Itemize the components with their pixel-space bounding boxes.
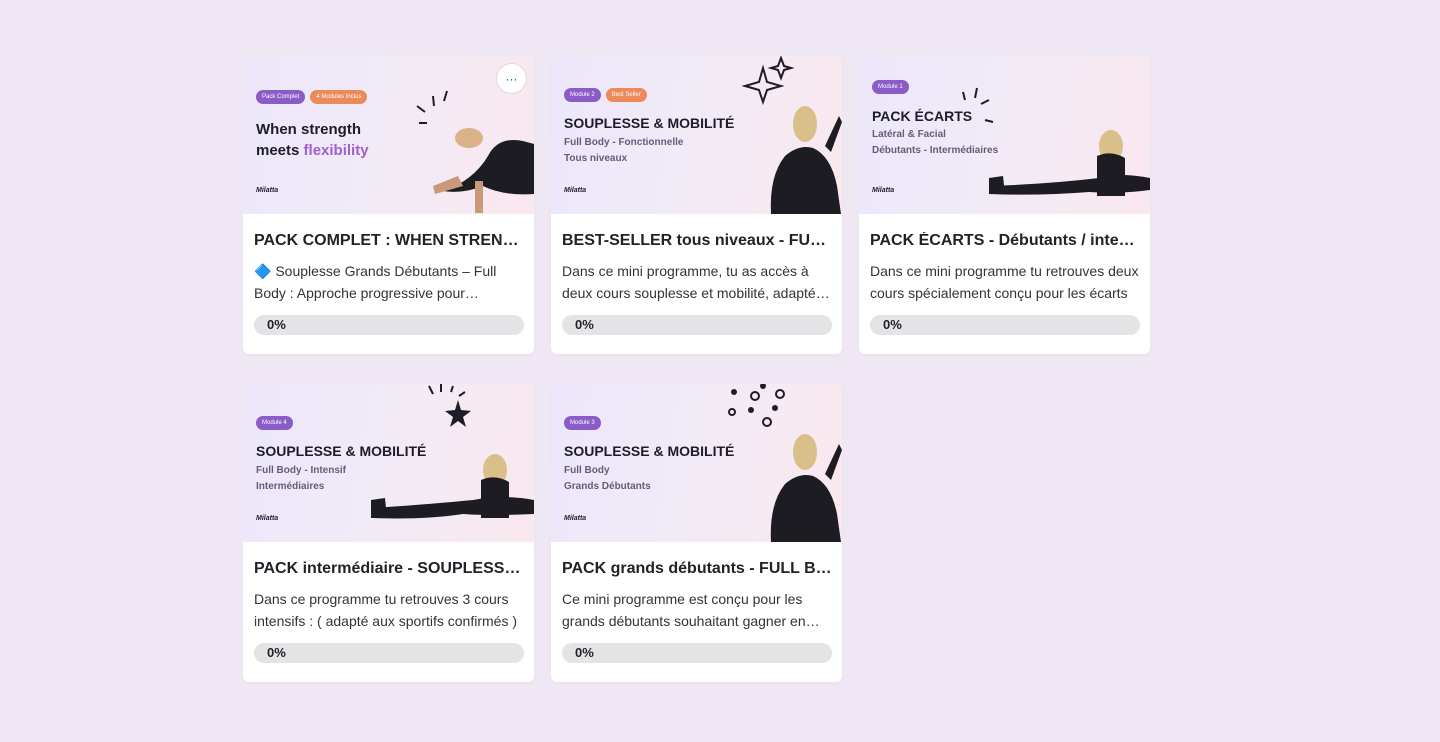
course-title[interactable]: PACK grands débutants - FULL BODY	[562, 560, 832, 578]
badge-module: Module 1	[872, 80, 909, 94]
thumbnail-badges: Pack Complet 4 Modules Inclus	[256, 90, 368, 104]
thumbnail-subtitle-line2: Intermédiaires	[256, 481, 325, 492]
brand-logo: Milatta	[872, 187, 895, 194]
badge-module: Module 3	[564, 416, 601, 430]
course-thumbnail[interactable]: Pack Complet 4 Modules Inclus When stren…	[243, 56, 534, 214]
brand-logo: Milatta	[564, 187, 587, 194]
badge-best-seller: Best Seller	[605, 88, 647, 102]
badge-pack-complet: Pack Complet	[256, 90, 306, 104]
course-thumbnail[interactable]: Module 3 SOUPLESSE & MOBILITÉ Full Body …	[551, 384, 842, 542]
progress-bar: 0%	[870, 315, 1140, 335]
brand-logo: Milatta	[564, 515, 587, 522]
thumbnail-subtitle-line1: Full Body - Intensif	[256, 465, 346, 476]
thumbnail-heading-line1: When strength	[256, 121, 361, 138]
progress-label: 0%	[883, 317, 902, 332]
more-options-button[interactable]: ···	[496, 63, 527, 94]
athlete-photo	[728, 384, 842, 542]
progress-bar: 0%	[562, 315, 832, 335]
thumbnail-badges: Module 3	[564, 416, 601, 430]
progress-bar: 0%	[562, 643, 832, 663]
thumbnail-badges: Module 1	[872, 80, 909, 94]
course-thumbnail[interactable]: Module 4 SOUPLESSE & MOBILITÉ Full Body …	[243, 384, 534, 542]
thumbnail-heading: SOUPLESSE & MOBILITÉ	[564, 443, 735, 459]
progress-bar: 0%	[254, 315, 524, 335]
thumbnail-subtitle-line2: Tous niveaux	[564, 153, 628, 164]
course-card-best-seller[interactable]: Module 2 Best Seller SOUPLESSE & MOBILIT…	[551, 56, 842, 354]
progress-label: 0%	[575, 317, 594, 332]
thumbnail-subtitle: Full Body - Fonctionnelle Tous niveaux	[564, 135, 683, 167]
thumbnail-subtitle: Full Body - Intensif Intermédiaires	[256, 463, 346, 495]
badge-module: Module 2	[564, 88, 601, 102]
thumbnail-subtitle-line1: Full Body - Fonctionnelle	[564, 137, 684, 148]
thumbnail-heading: SOUPLESSE & MOBILITÉ	[564, 115, 735, 131]
thumbnail-heading: When strength meets flexibility	[256, 119, 369, 161]
course-description: Dans ce mini programme tu retrouves deux…	[870, 263, 1139, 301]
course-title[interactable]: PACK ÉCARTS - Débutants / intermédiaires	[870, 232, 1140, 250]
thumbnail-badges: Module 4	[256, 416, 293, 430]
badge-modules-inclus: 4 Modules Inclus	[310, 90, 368, 104]
badge-module: Module 4	[256, 416, 293, 430]
athlete-photo	[416, 90, 534, 213]
progress-label: 0%	[267, 317, 286, 332]
course-thumbnail[interactable]: Module 1 PACK ÉCARTS Latéral & Facial Dé…	[859, 56, 1150, 214]
course-title[interactable]: PACK COMPLET : WHEN STRENGTH MEETS FLEXI…	[254, 232, 524, 250]
progress-label: 0%	[575, 645, 594, 660]
athlete-photo	[371, 384, 534, 519]
brand-logo: Milatta	[256, 515, 279, 522]
progress-label: 0%	[267, 645, 286, 660]
course-title[interactable]: BEST-SELLER tous niveaux - FULL BODY	[562, 232, 832, 250]
thumbnail-heading-line2: meets flexibility	[256, 140, 369, 161]
athlete-photo	[962, 87, 1150, 196]
thumbnail-heading-meets: meets	[256, 142, 300, 159]
thumbnail-badges: Module 2 Best Seller	[564, 88, 647, 102]
athlete-photo	[741, 56, 842, 214]
course-card-pack-ecarts[interactable]: Module 1 PACK ÉCARTS Latéral & Facial Dé…	[859, 56, 1150, 354]
course-description: Ce mini programme est conçu pour les gra…	[562, 591, 806, 629]
course-card-pack-intermediaire[interactable]: Module 4 SOUPLESSE & MOBILITÉ Full Body …	[243, 384, 534, 682]
brand-logo: Milatta	[256, 187, 279, 194]
course-description: Dans ce mini programme, tu as accès à de…	[562, 263, 823, 301]
course-title[interactable]: PACK intermédiaire - SOUPLESSE & MOBILIT…	[254, 560, 524, 578]
thumbnail-heading: PACK ÉCARTS	[872, 108, 973, 124]
thumbnail-subtitle-line2: Grands Débutants	[564, 481, 651, 492]
course-card-pack-grands-debutants[interactable]: Module 3 SOUPLESSE & MOBILITÉ Full Body …	[551, 384, 842, 682]
course-description: Dans ce programme tu retrouves 3 cours i…	[254, 591, 517, 629]
thumbnail-subtitle: Full Body Grands Débutants	[564, 463, 651, 495]
course-description: 🔷 Souplesse Grands Débutants – Full Body…	[254, 263, 497, 301]
thumbnail-heading-flexibility: flexibility	[303, 142, 369, 159]
thumbnail-subtitle-line1: Full Body	[564, 465, 610, 476]
course-card-pack-complet[interactable]: Pack Complet 4 Modules Inclus When stren…	[243, 56, 534, 354]
progress-bar: 0%	[254, 643, 524, 663]
course-thumbnail[interactable]: Module 2 Best Seller SOUPLESSE & MOBILIT…	[551, 56, 842, 214]
